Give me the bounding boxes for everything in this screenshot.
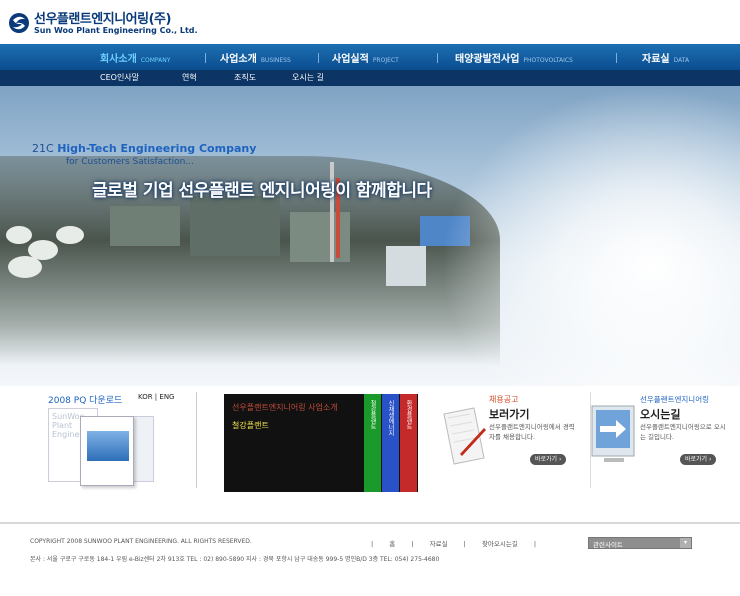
footer-link-home[interactable]: 홈 [389,540,395,548]
hero-tagline: 21C High-Tech Engineering Company [32,142,256,155]
divider [196,392,197,488]
directions-subtitle: 선우플랜트엔지니어링 [640,395,709,404]
business-board[interactable]: 선우플랜트엔지니어링 사업소개 철강플랜트 철강플랜트 신재생에너지 환경플랜트 [224,394,418,492]
footer-sep: | [411,540,414,548]
nav-label: 자료실 [642,54,670,65]
board-title: 선우플랜트엔지니어링 사업소개 [232,403,338,412]
directions-go-button[interactable]: 바로가기 › [680,454,717,465]
footer-sep: | [533,540,537,548]
directions-title[interactable]: 오시는길 [640,406,680,422]
nav-label: 사업실적 [332,54,369,65]
nav-data[interactable]: 자료실 DATA [642,50,689,66]
logo-mark-icon [9,13,29,33]
brochure-image [87,431,129,461]
subnav-directions[interactable]: 오시는 길 [292,72,324,83]
plant-structure [110,206,180,246]
sub-nav: CEO인사말 연혁 조직도 오시는 길 [0,70,740,86]
nav-label: 사업소개 [220,54,257,65]
document-pen-icon [443,407,486,465]
related-sites-select[interactable]: 관련사이트 ▾ [588,537,692,549]
hero-headline: 글로벌 기업 선우플랜트 엔지니어링이 함께합니다 [92,181,432,201]
nav-divider [318,53,319,63]
footer-divider [0,522,740,524]
nav-project[interactable]: 사업실적 PROJECT [332,50,399,66]
board-steel-label: 철강플랜트 [232,421,269,430]
cloud-background [440,86,740,386]
nav-label: 회사소개 [100,54,137,65]
nav-divider [205,53,206,63]
main-nav: 회사소개 COMPANY 사업소개 BUSINESS 사업실적 PROJECT 태양광… [0,44,740,70]
nav-sub-label: DATA [673,57,690,64]
subnav-ceo[interactable]: CEO인사말 [100,72,139,83]
directions-description: 선우플랜트엔지니어링으로 오시는 길입니다. [640,423,726,441]
tab-steel-plant[interactable]: 철강플랜트 [364,394,381,492]
nav-sub-label: BUSINESS [260,57,291,64]
quick-links: 2008 PQ 다운로드 KOR | ENG SunWoo Plant Engi… [0,386,740,516]
nav-sub-label: COMPANY [140,57,171,64]
storage-tank [6,226,32,244]
tab-label: 환경플랜트 [405,400,412,430]
nav-divider [437,53,438,63]
subnav-organization[interactable]: 조직도 [234,72,256,83]
hero-subtagline: for Customers Satisfaction... [66,157,194,167]
footer-link-data[interactable]: 자료실 [430,540,448,548]
tab-label: 철강플랜트 [369,400,376,430]
nav-sub-label: PHOTOVOLTAICS [523,57,573,64]
pq-document-brochure[interactable] [80,416,134,486]
nav-company[interactable]: 회사소개 COMPANY [100,50,170,66]
recruit-description: 선우플랜트엔지니어링에서 경력자를 채용합니다. [489,423,575,441]
footer-links: | 홈 | 자료실 | 찾아오시는길 | [364,538,543,548]
recruit-title[interactable]: 보러가기 [489,406,529,422]
recruit-subtitle: 채용공고 [489,395,519,404]
footer-sep: | [371,540,374,548]
plant-structure [190,196,280,256]
company-address: 본사 : 서울 구로구 구로동 184-1 우림 e-Biz센터 2차 913호… [30,556,440,563]
tag-highlight: High-Tech Engineering Company [57,142,257,155]
logo[interactable]: 선우플랜트엔지니어링(주) Sun Woo Plant Engineering … [8,8,208,42]
chevron-down-icon: ▾ [680,538,691,548]
company-name-ko: 선우플랜트엔지니어링(주) [34,12,171,27]
footer-link-directions[interactable]: 찾아오시는길 [482,540,518,548]
plant-structure [290,212,350,262]
nav-label: 태양광발전사업 [455,54,520,65]
company-name-en: Sun Woo Plant Engineering Co., Ltd. [34,26,198,35]
nav-business[interactable]: 사업소개 BUSINESS [220,50,291,66]
related-sites-label: 관련사이트 [593,541,623,549]
copyright-text: COPYRIGHT 2008 SUNWOO PLANT ENGINEERING.… [30,538,252,545]
nav-photovoltaics[interactable]: 태양광발전사업 PHOTOVOLTAICS [455,50,573,66]
pq-download-title[interactable]: 2008 PQ 다운로드 [48,393,122,406]
monitor-arrow-icon [591,405,635,462]
tab-environment-plant[interactable]: 환경플랜트 [400,394,417,492]
plant-structure [386,246,426,286]
tag-prefix: 21C [32,142,54,155]
subnav-history[interactable]: 연혁 [182,72,197,83]
tab-label: 신재생에너지 [387,400,394,436]
recruit-go-button[interactable]: 바로가기 › [530,454,567,465]
tab-renewable-energy[interactable]: 신재생에너지 [382,394,399,492]
nav-divider [616,53,617,63]
storage-tank [8,256,42,278]
pq-language-toggle[interactable]: KOR | ENG [138,393,174,401]
nav-sub-label: PROJECT [372,57,399,64]
hero-banner: 21C High-Tech Engineering Company for Cu… [0,86,740,386]
footer-sep: | [463,540,466,548]
storage-tank [56,226,84,244]
